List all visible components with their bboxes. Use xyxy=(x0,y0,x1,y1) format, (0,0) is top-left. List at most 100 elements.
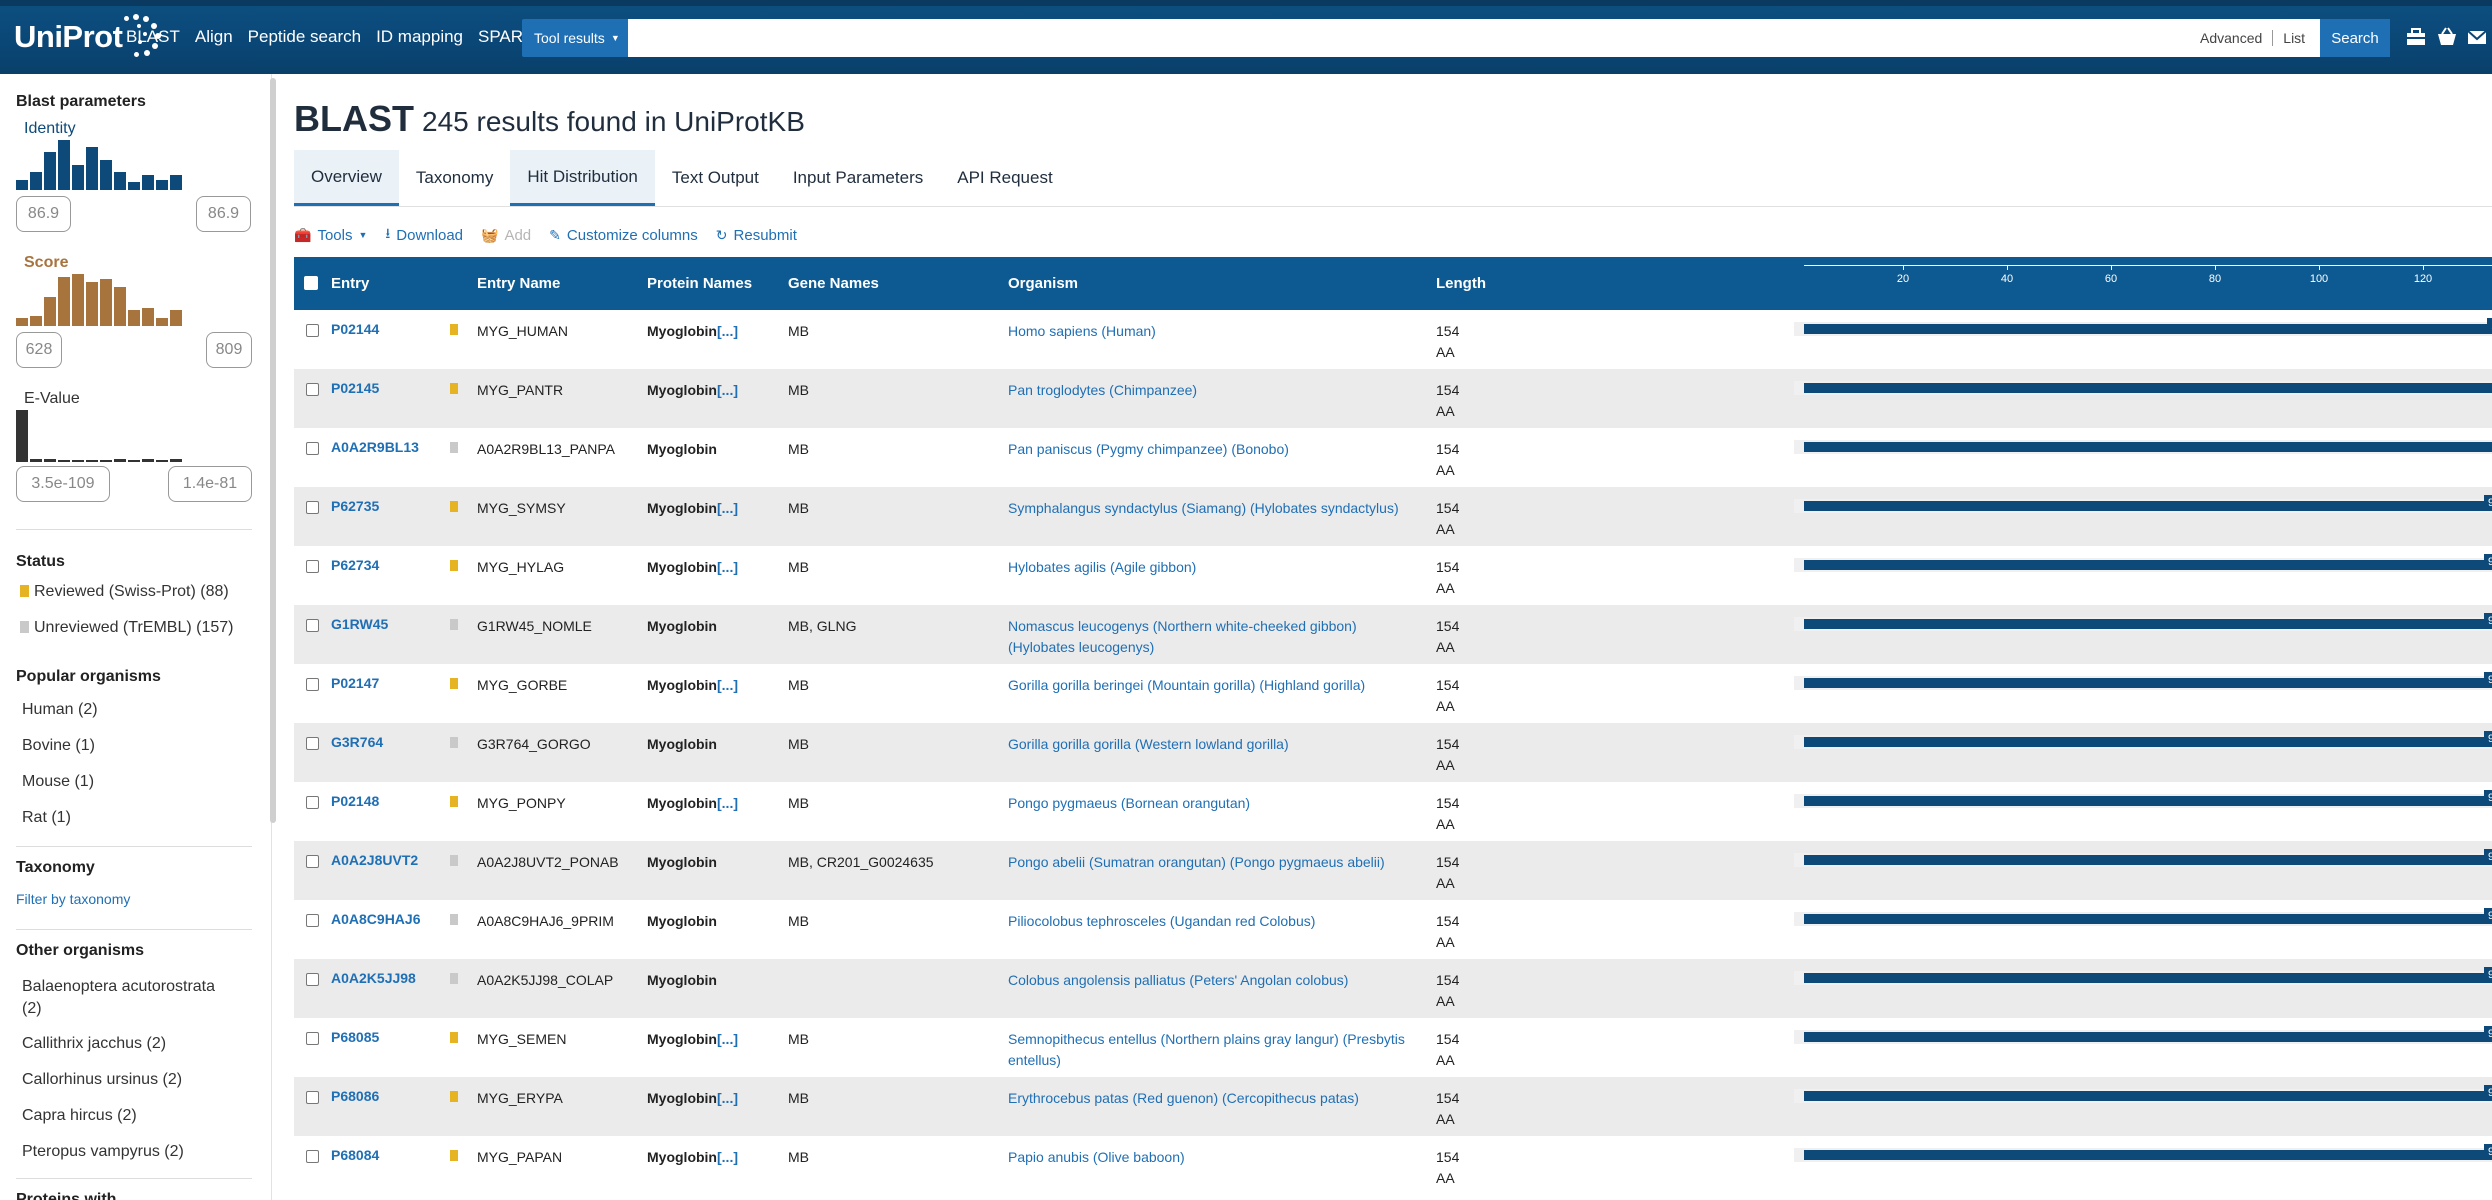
filter-organism-balaenoptera[interactable]: Balaenoptera acutorostrata (2) xyxy=(22,976,232,1020)
filter-organism-capra[interactable]: Capra hircus (2) xyxy=(22,1107,137,1125)
tab-input-parameters[interactable]: Input Parameters xyxy=(776,150,940,206)
tab-hit-distribution[interactable]: Hit Distribution xyxy=(510,150,655,206)
row-checkbox[interactable] xyxy=(306,737,319,750)
entry-link[interactable]: A0A2R9BL13 xyxy=(331,439,419,455)
filter-organism-human[interactable]: Human (2) xyxy=(22,701,98,719)
organism-link[interactable]: Papio anubis (Olive baboon) xyxy=(1008,1147,1408,1168)
organism-link[interactable]: Colobus angolensis palliatus (Peters' An… xyxy=(1008,970,1408,991)
search-button[interactable]: Search xyxy=(2320,19,2390,57)
organism-link[interactable]: Hylobates agilis (Agile gibbon) xyxy=(1008,557,1408,578)
row-checkbox[interactable] xyxy=(306,973,319,986)
filter-organism-pteropus[interactable]: Pteropus vampyrus (2) xyxy=(22,1143,184,1161)
entry-link[interactable]: P02147 xyxy=(331,675,379,691)
entry-link[interactable]: P02144 xyxy=(331,321,379,337)
row-checkbox[interactable] xyxy=(306,1150,319,1163)
protein-name-more-link[interactable]: [...] xyxy=(717,677,738,693)
add-to-basket-button[interactable]: 🧺 Add xyxy=(481,227,531,244)
organism-link[interactable]: Pan paniscus (Pygmy chimpanzee) (Bonobo) xyxy=(1008,439,1408,460)
organism-link[interactable]: Gorilla gorilla gorilla (Western lowland… xyxy=(1008,734,1408,755)
list-search-link[interactable]: List xyxy=(2283,30,2305,46)
entry-link[interactable]: P62735 xyxy=(331,498,379,514)
select-all-checkbox[interactable] xyxy=(304,276,318,290)
download-button[interactable]: ⭳ Download xyxy=(385,223,463,247)
organism-link[interactable]: Gorilla gorilla beringei (Mountain goril… xyxy=(1008,675,1408,696)
advanced-search-link[interactable]: Advanced xyxy=(2200,30,2262,46)
protein-name-more-link[interactable]: [...] xyxy=(717,1149,738,1165)
nav-peptide-search[interactable]: Peptide search xyxy=(248,27,361,47)
column-header-entry[interactable]: Entry xyxy=(331,275,369,292)
row-checkbox[interactable] xyxy=(306,619,319,632)
organism-link[interactable]: Pan troglodytes (Chimpanzee) xyxy=(1008,380,1408,401)
protein-name-more-link[interactable]: [...] xyxy=(717,500,738,516)
identity-histogram[interactable] xyxy=(16,140,182,190)
search-input[interactable] xyxy=(628,19,2320,57)
entry-link[interactable]: P62734 xyxy=(331,557,379,573)
organism-link[interactable]: Nomascus leucogenys (Northern white-chee… xyxy=(1008,616,1408,658)
entry-link[interactable]: P68084 xyxy=(331,1147,379,1163)
entry-link[interactable]: P68085 xyxy=(331,1029,379,1045)
toolbox-icon[interactable] xyxy=(2405,26,2427,48)
row-checkbox[interactable] xyxy=(306,560,319,573)
basket-icon[interactable] xyxy=(2436,26,2458,48)
entry-link[interactable]: P68086 xyxy=(331,1088,379,1104)
tab-text-output[interactable]: Text Output xyxy=(655,150,776,206)
entry-link[interactable]: A0A2J8UVT2 xyxy=(331,852,418,868)
nav-id-mapping[interactable]: ID mapping xyxy=(376,27,463,47)
entry-link[interactable]: P02145 xyxy=(331,380,379,396)
protein-name-more-link[interactable]: [...] xyxy=(717,559,738,575)
nav-blast[interactable]: BLAST xyxy=(126,27,180,47)
organism-link[interactable]: Pongo abelii (Sumatran orangutan) (Pongo… xyxy=(1008,852,1408,873)
row-checkbox[interactable] xyxy=(306,324,319,337)
tool-results-dropdown[interactable]: Tool results ▼ xyxy=(522,19,628,57)
score-max-input[interactable]: 809 xyxy=(206,332,252,368)
score-histogram[interactable] xyxy=(16,274,182,326)
column-header-protein-names[interactable]: Protein Names xyxy=(647,275,752,292)
score-min-input[interactable]: 628 xyxy=(16,332,62,368)
column-header-organism[interactable]: Organism xyxy=(1008,275,1078,292)
protein-name-more-link[interactable]: [...] xyxy=(717,323,738,339)
protein-name-more-link[interactable]: [...] xyxy=(717,1031,738,1047)
entry-link[interactable]: P02148 xyxy=(331,793,379,809)
organism-link[interactable]: Semnopithecus entellus (Northern plains … xyxy=(1008,1029,1408,1071)
filter-reviewed[interactable]: Reviewed (Swiss-Prot) (88) xyxy=(20,583,229,601)
filter-organism-callithrix[interactable]: Callithrix jacchus (2) xyxy=(22,1035,166,1053)
protein-name-more-link[interactable]: [...] xyxy=(717,1090,738,1106)
row-checkbox[interactable] xyxy=(306,678,319,691)
filter-unreviewed[interactable]: Unreviewed (TrEMBL) (157) xyxy=(20,619,233,637)
tab-api-request[interactable]: API Request xyxy=(940,150,1069,206)
evalue-min-input[interactable]: 3.5e-109 xyxy=(16,466,110,502)
entry-link[interactable]: A0A8C9HAJ6 xyxy=(331,911,420,927)
protein-name-more-link[interactable]: [...] xyxy=(717,382,738,398)
entry-link[interactable]: G3R764 xyxy=(331,734,383,750)
resubmit-button[interactable]: ↻ Resubmit xyxy=(716,227,797,244)
organism-link[interactable]: Piliocolobus tephrosceles (Ugandan red C… xyxy=(1008,911,1408,932)
evalue-histogram[interactable] xyxy=(16,410,182,462)
organism-link[interactable]: Symphalangus syndactylus (Siamang) (Hylo… xyxy=(1008,498,1408,519)
sidebar-scrollbar[interactable] xyxy=(270,78,276,823)
protein-name-more-link[interactable]: [...] xyxy=(717,795,738,811)
column-header-entry-name[interactable]: Entry Name xyxy=(477,275,560,292)
row-checkbox[interactable] xyxy=(306,383,319,396)
row-checkbox[interactable] xyxy=(306,442,319,455)
row-checkbox[interactable] xyxy=(306,1091,319,1104)
customize-columns-button[interactable]: ✎ Customize columns xyxy=(549,227,698,244)
organism-link[interactable]: Erythrocebus patas (Red guenon) (Cercopi… xyxy=(1008,1088,1408,1109)
identity-max-input[interactable]: 86.9 xyxy=(196,196,251,232)
row-checkbox[interactable] xyxy=(306,796,319,809)
filter-organism-callorhinus[interactable]: Callorhinus ursinus (2) xyxy=(22,1071,182,1089)
row-checkbox[interactable] xyxy=(306,501,319,514)
entry-link[interactable]: A0A2K5JJ98 xyxy=(331,970,416,986)
tab-overview[interactable]: Overview xyxy=(294,150,399,206)
row-checkbox[interactable] xyxy=(306,855,319,868)
filter-organism-mouse[interactable]: Mouse (1) xyxy=(22,773,94,791)
identity-min-input[interactable]: 86.9 xyxy=(16,196,71,232)
filter-organism-rat[interactable]: Rat (1) xyxy=(22,809,71,827)
tab-taxonomy[interactable]: Taxonomy xyxy=(399,150,510,206)
row-checkbox[interactable] xyxy=(306,914,319,927)
column-header-length[interactable]: Length xyxy=(1436,275,1486,292)
mail-icon[interactable] xyxy=(2466,26,2488,48)
organism-link[interactable]: Pongo pygmaeus (Bornean orangutan) xyxy=(1008,793,1408,814)
evalue-max-input[interactable]: 1.4e-81 xyxy=(168,466,252,502)
tools-button[interactable]: 🧰 Tools ▼ xyxy=(294,227,367,244)
column-header-gene-names[interactable]: Gene Names xyxy=(788,275,879,292)
